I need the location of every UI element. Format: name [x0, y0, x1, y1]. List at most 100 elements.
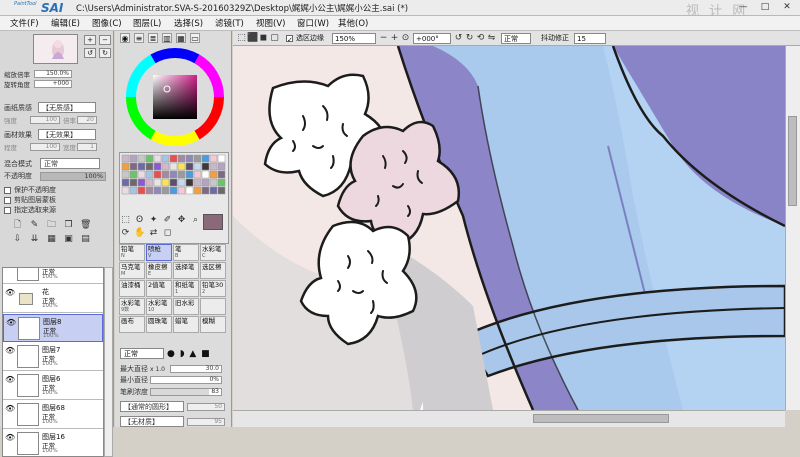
visibility-eye-icon[interactable]: 👁 [5, 375, 15, 384]
color-swatch[interactable] [201, 170, 210, 179]
color-swatch[interactable] [209, 186, 218, 195]
close-button[interactable]: ✕ [780, 2, 794, 13]
tool-airbrush[interactable]: 喷枪 V [146, 244, 172, 261]
layer-item[interactable]: 👁 图层68 正常 100% [3, 401, 103, 429]
new-layer-icon[interactable]: 🗋 [12, 220, 23, 231]
color-swatch[interactable] [209, 178, 218, 187]
swap-color-icon[interactable]: ⇄ [148, 228, 159, 239]
menu-other[interactable]: 其他(O) [328, 17, 369, 29]
tool-pencil-30[interactable]: 铅笔30 2 [200, 280, 226, 297]
color-swatch[interactable] [177, 162, 186, 171]
tool-pencil[interactable]: 铅笔 N [119, 244, 145, 261]
color-wheel-tab-icon[interactable]: ◉ [120, 33, 130, 43]
zoom-out-icon[interactable]: − [99, 35, 111, 45]
selection-edge-checkbox[interactable]: ✓ [286, 34, 293, 44]
effect-degree-slider[interactable]: 100 [30, 143, 60, 151]
zoom-icon[interactable]: ⌕ [190, 215, 201, 226]
brush-mode-select[interactable]: 正常 [120, 348, 164, 359]
tool-empty-slot[interactable] [200, 298, 226, 315]
paper-texture-select[interactable]: 【无质感】 [38, 102, 96, 113]
clear-layer-icon[interactable]: ▦ [46, 234, 57, 245]
color-swatch[interactable] [137, 186, 146, 195]
visibility-eye-icon[interactable]: 👁 [6, 318, 16, 327]
minimize-button[interactable]: — [736, 2, 750, 13]
zoom-in-icon[interactable]: + [389, 33, 400, 44]
color-swatch[interactable] [153, 162, 162, 171]
menu-image[interactable]: 图像(C) [82, 17, 123, 29]
move-icon[interactable]: ✥ [176, 215, 187, 226]
layer-item[interactable]: 👁 图层7 正常 100% [3, 343, 103, 371]
min-size-slider[interactable]: 0% [150, 376, 222, 384]
brush-effect-select[interactable]: 【无效果】 [38, 129, 96, 140]
new-linework-icon[interactable]: ✎ [29, 220, 40, 231]
rotate-right-icon[interactable]: ↻ [464, 33, 475, 44]
swatches-tab-icon[interactable]: ▦ [176, 33, 186, 43]
color-swatch[interactable] [177, 154, 186, 163]
color-swatch[interactable] [209, 170, 218, 179]
color-swatch[interactable] [201, 162, 210, 171]
color-swatch[interactable] [129, 186, 138, 195]
color-swatch[interactable] [129, 170, 138, 179]
color-swatch[interactable] [161, 170, 170, 179]
color-swatch[interactable] [169, 186, 178, 195]
color-swatch[interactable] [185, 170, 194, 179]
color-wheel[interactable] [125, 47, 225, 147]
color-swatch[interactable] [137, 154, 146, 163]
rgb-slider-tab-icon[interactable]: ≡ [134, 33, 144, 43]
deselect-icon[interactable]: ⬚ [236, 33, 247, 44]
color-swatch[interactable] [121, 170, 130, 179]
visibility-eye-icon[interactable]: 👁 [5, 288, 15, 297]
max-size-slider[interactable]: 30.0 [170, 365, 222, 373]
color-swatch[interactable] [145, 154, 154, 163]
layer-item[interactable]: 👁 图层6 正常 100% [3, 372, 103, 400]
color-swatch[interactable] [201, 186, 210, 195]
layer-item[interactable]: 👁 图层16 正常 100% [3, 430, 103, 456]
color-swatch[interactable] [145, 178, 154, 187]
color-swatch[interactable] [217, 162, 226, 171]
color-swatch[interactable] [193, 170, 202, 179]
color-swatch[interactable] [145, 162, 154, 171]
layer-list-scrollbar[interactable] [104, 267, 113, 457]
color-swatch[interactable] [153, 154, 162, 163]
vertical-scroll-thumb[interactable] [788, 116, 797, 206]
rotate-icon[interactable]: ⟳ [120, 228, 131, 239]
density-slider[interactable]: 83 [150, 388, 222, 396]
menu-filter[interactable]: 滤镜(T) [205, 17, 246, 29]
color-swatch[interactable] [209, 154, 218, 163]
color-mixer-tab-icon[interactable]: ▥ [162, 33, 172, 43]
color-swatch[interactable] [217, 186, 226, 195]
color-swatch[interactable] [217, 154, 226, 163]
zoom-reset-icon[interactable]: ⊙ [400, 33, 411, 44]
brush-shape-icons[interactable]: ● ◗ ▲ ■ [167, 349, 211, 359]
current-color-swatch[interactable] [203, 214, 223, 230]
layer-mask-icon[interactable]: ▣ [63, 234, 74, 245]
blend-mode-select[interactable]: 正常 [40, 158, 100, 169]
color-swatch[interactable] [121, 162, 130, 171]
color-swatch[interactable] [177, 186, 186, 195]
menu-window[interactable]: 窗口(W) [287, 17, 329, 29]
tool-select-pen[interactable]: 选择笔 [173, 262, 199, 279]
color-swatch[interactable] [217, 178, 226, 187]
canvas-mode-select[interactable]: 正常 [501, 32, 531, 44]
lasso-select-icon[interactable]: ʘ [134, 215, 145, 226]
tool-bucket[interactable]: 油漆桶 [119, 280, 145, 297]
menu-edit[interactable]: 编辑(E) [41, 17, 82, 29]
select-all-icon[interactable]: ◼ [258, 33, 269, 44]
zoom-slider[interactable]: 150.0% [34, 70, 72, 78]
canvas-horizontal-scrollbar[interactable] [233, 410, 785, 427]
invert-selection-icon[interactable]: ⬛ [247, 33, 258, 44]
tool-brush[interactable]: 笔B [173, 244, 199, 261]
menu-file[interactable]: 文件(F) [0, 17, 41, 29]
color-swatch[interactable] [153, 178, 162, 187]
zoom-select[interactable]: 150% [332, 32, 376, 44]
tool-crayon[interactable]: 蜡笔 [173, 316, 199, 333]
visibility-eye-icon[interactable]: 👁 [5, 346, 15, 355]
color-swatch[interactable] [169, 178, 178, 187]
eyedropper-icon[interactable]: ✐ [162, 215, 173, 226]
tool-select-eraser[interactable]: 选区擦 [200, 262, 226, 279]
color-swatch[interactable] [161, 162, 170, 171]
layer-lock-icon[interactable]: ▤ [80, 234, 91, 245]
tool-eraser[interactable]: 橡皮擦 E [146, 262, 172, 279]
color-swatch[interactable] [217, 170, 226, 179]
brush-shape-slider[interactable]: 50 [187, 402, 225, 411]
